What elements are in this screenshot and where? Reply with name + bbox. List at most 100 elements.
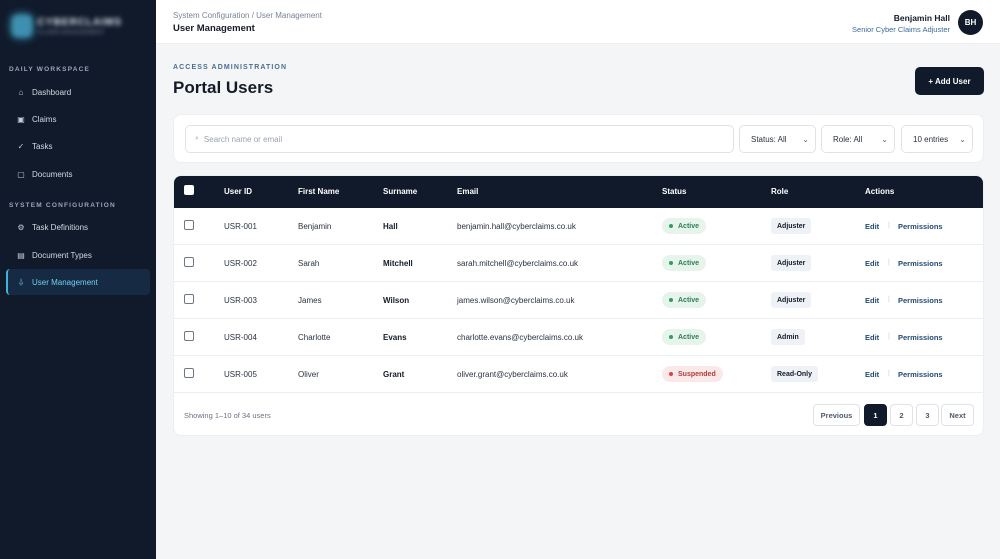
search-box[interactable]: ⌕ [185, 125, 734, 153]
table-row[interactable]: USR-002 Sarah Mitchell sarah.mitchell@cy… [174, 245, 983, 282]
sidebar-item-user-management[interactable]: ⍙ User Management [6, 269, 150, 295]
sidebar-item-label: Task Definitions [32, 222, 89, 232]
user-id: USR-003 [224, 296, 257, 305]
brand-logo[interactable]: CYBERCLAIMS CLAIMS MANAGEMENT [12, 12, 122, 40]
status-dot-icon [669, 335, 673, 339]
role-filter-select[interactable]: Role: All ⌄ [821, 125, 895, 153]
page-button-3[interactable]: 3 [916, 404, 939, 426]
row-checkbox[interactable] [184, 294, 194, 304]
status-badge: Active [662, 329, 707, 345]
sidebar-section-title: SYSTEM CONFIGURATION [9, 202, 116, 209]
breadcrumb[interactable]: System Configuration / User Management [173, 11, 322, 20]
permissions-link[interactable]: Permissions [898, 333, 943, 342]
status-badge-label: Active [678, 333, 700, 341]
column-header-email[interactable]: Email [457, 187, 478, 196]
page-title: Portal Users [173, 78, 274, 97]
select-all-checkbox[interactable] [184, 185, 194, 195]
column-header-user-id[interactable]: User ID [224, 187, 252, 196]
page-kicker: ACCESS ADMINISTRATION [173, 64, 288, 71]
status-dot-icon [669, 372, 673, 376]
column-header-first-name[interactable]: First Name [298, 187, 339, 196]
column-header-role[interactable]: Role [771, 187, 788, 196]
status-badge-label: Suspended [678, 370, 716, 378]
filter-bar: ⌕ Status: All ⌄ Role: All ⌄ 10 entries ⌄ [173, 114, 984, 163]
status-badge: Suspended [662, 366, 723, 382]
edit-link[interactable]: Edit [865, 259, 879, 268]
entries-per-page-select[interactable]: 10 entries ⌄ [901, 125, 973, 153]
table-row[interactable]: USR-005 Oliver Grant oliver.grant@cyberc… [174, 356, 983, 393]
permissions-link[interactable]: Permissions [898, 222, 943, 231]
row-checkbox[interactable] [184, 257, 194, 267]
edit-link[interactable]: Edit [865, 333, 879, 342]
status-badge: Active [662, 292, 707, 308]
document-icon: ▢ [17, 169, 25, 179]
page-button-2[interactable]: 2 [890, 404, 913, 426]
entries-per-page-value: 10 entries [913, 134, 949, 144]
surname: Hall [383, 222, 398, 231]
sidebar-item-task-definitions[interactable]: ⚙ Task Definitions [6, 214, 150, 240]
email: oliver.grant@cyberclaims.co.uk [457, 370, 568, 379]
edit-link[interactable]: Edit [865, 370, 879, 379]
row-checkbox[interactable] [184, 331, 194, 341]
sidebar-item-dashboard[interactable]: ⌂ Dashboard [6, 79, 150, 105]
first-name: Oliver [298, 370, 319, 379]
avatar[interactable]: BH [958, 10, 983, 35]
permissions-link[interactable]: Permissions [898, 370, 943, 379]
sidebar-item-label: Documents [32, 169, 73, 179]
table-header: User ID First Name Surname Email Status … [174, 176, 983, 208]
surname: Evans [383, 333, 407, 342]
actions-separator: | [888, 296, 890, 303]
role-badge: Read-Only [771, 366, 819, 382]
surname: Mitchell [383, 259, 413, 268]
sidebar-item-claims[interactable]: ▣ Claims [6, 106, 150, 132]
sidebar-item-document-types[interactable]: ▤ Document Types [6, 242, 150, 268]
next-page-button[interactable]: Next [941, 404, 974, 426]
edit-link[interactable]: Edit [865, 222, 879, 231]
table-row[interactable]: USR-004 Charlotte Evans charlotte.evans@… [174, 319, 983, 356]
table-row[interactable]: USR-003 James Wilson james.wilson@cyberc… [174, 282, 983, 319]
status-dot-icon [669, 298, 673, 302]
page-button-1[interactable]: 1 [864, 404, 887, 426]
gear-icon: ⚙ [17, 222, 25, 232]
surname: Grant [383, 370, 405, 379]
sidebar-item-label: Dashboard [32, 87, 72, 97]
first-name: Benjamin [298, 222, 332, 231]
previous-page-button[interactable]: Previous [813, 404, 860, 426]
header-title: User Management [173, 23, 255, 34]
sidebar-item-tasks[interactable]: ✓ Tasks [6, 133, 150, 159]
brand-tagline: CLAIMS MANAGEMENT [37, 29, 105, 36]
first-name: Sarah [298, 259, 320, 268]
first-name: James [298, 296, 322, 305]
sidebar: CYBERCLAIMS CLAIMS MANAGEMENT DAILY WORK… [0, 0, 156, 559]
status-filter-select[interactable]: Status: All ⌄ [739, 125, 816, 153]
column-header-surname[interactable]: Surname [383, 187, 417, 196]
first-name: Charlotte [298, 333, 331, 342]
users-table: User ID First Name Surname Email Status … [173, 175, 984, 436]
user-id: USR-001 [224, 222, 257, 231]
sidebar-item-label: User Management [32, 277, 98, 287]
role-badge: Adjuster [771, 218, 812, 234]
document-types-icon: ▤ [17, 250, 25, 260]
user-icon: ⍙ [18, 277, 24, 286]
add-user-button[interactable]: + Add User [915, 67, 984, 95]
status-filter-value: Status: All [751, 134, 787, 144]
sidebar-item-documents[interactable]: ▢ Documents [6, 161, 150, 187]
permissions-link[interactable]: Permissions [898, 259, 943, 268]
status-dot-icon [669, 261, 673, 265]
home-icon: ⌂ [18, 87, 24, 97]
edit-link[interactable]: Edit [865, 296, 879, 305]
actions-separator: | [888, 222, 890, 229]
column-header-status[interactable]: Status [662, 187, 686, 196]
email: james.wilson@cyberclaims.co.uk [457, 296, 575, 305]
search-input[interactable] [203, 134, 704, 144]
table-row[interactable]: USR-001 Benjamin Hall benjamin.hall@cybe… [174, 208, 983, 245]
row-checkbox[interactable] [184, 368, 194, 378]
row-checkbox[interactable] [184, 220, 194, 230]
check-icon: ✓ [17, 141, 25, 151]
search-icon: ⌕ [195, 135, 199, 142]
permissions-link[interactable]: Permissions [898, 296, 943, 305]
role-badge: Adjuster [771, 255, 812, 271]
chevron-down-icon: ⌄ [881, 134, 888, 144]
status-dot-icon [669, 224, 673, 228]
user-id: USR-004 [224, 333, 257, 342]
